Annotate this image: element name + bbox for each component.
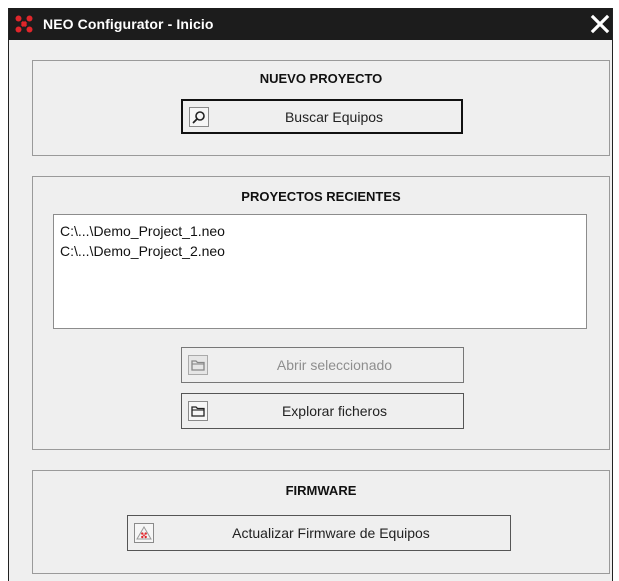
- window-title: NEO Configurator - Inicio: [43, 16, 214, 32]
- recent-projects-title: PROYECTOS RECIENTES: [241, 189, 401, 204]
- folder-icon: [188, 401, 208, 421]
- new-project-panel: NUEVO PROYECTO Buscar Equipos: [32, 60, 610, 156]
- new-project-title: NUEVO PROYECTO: [259, 71, 383, 86]
- firmware-title: FIRMWARE: [285, 483, 357, 498]
- close-icon[interactable]: [588, 12, 612, 36]
- browse-files-button[interactable]: Explorar ficheros: [181, 393, 464, 429]
- recent-projects-list[interactable]: C:\...\Demo_Project_1.neo C:\...\Demo_Pr…: [53, 214, 587, 329]
- open-selected-label: Abrir seleccionado: [276, 357, 393, 373]
- update-firmware-button[interactable]: Actualizar Firmware de Equipos: [127, 515, 511, 551]
- search-devices-label: Buscar Equipos: [284, 108, 384, 125]
- browse-files-label: Explorar ficheros: [281, 403, 388, 419]
- device-update-icon: [134, 523, 154, 543]
- folder-icon: [188, 355, 208, 375]
- open-selected-button[interactable]: Abrir seleccionado: [181, 347, 464, 383]
- app-logo-icon: [15, 15, 33, 33]
- search-devices-button[interactable]: Buscar Equipos: [181, 99, 463, 134]
- firmware-panel: FIRMWARE Actualizar Firmware de Equipos: [32, 470, 610, 574]
- configurator-window: NEO Configurator - Inicio NUEVO PROYECTO…: [8, 8, 613, 581]
- update-firmware-label: Actualizar Firmware de Equipos: [232, 525, 430, 541]
- recent-projects-panel: PROYECTOS RECIENTES C:\...\Demo_Project_…: [32, 176, 610, 450]
- list-item[interactable]: C:\...\Demo_Project_2.neo: [60, 241, 580, 261]
- title-bar[interactable]: NEO Configurator - Inicio: [9, 8, 612, 40]
- search-icon: [189, 106, 209, 127]
- list-item[interactable]: C:\...\Demo_Project_1.neo: [60, 221, 580, 241]
